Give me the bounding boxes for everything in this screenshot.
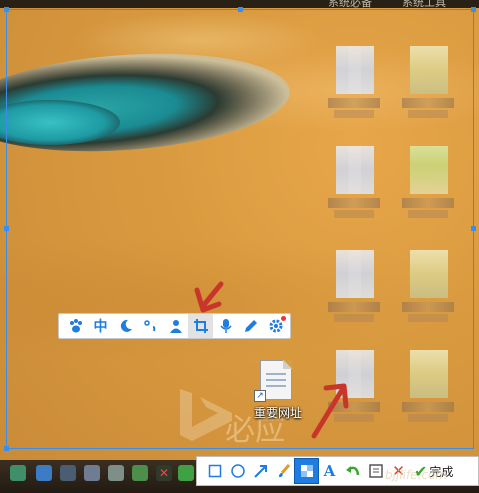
- user-icon[interactable]: [163, 314, 188, 338]
- rectangle-tool-icon[interactable]: [203, 459, 226, 483]
- selection-handle-left[interactable]: [4, 226, 9, 231]
- selection-handle-bottom-left[interactable]: [4, 446, 9, 451]
- tray-app-icon[interactable]: [60, 465, 76, 481]
- desktop-icon-blurred[interactable]: [322, 250, 386, 326]
- tray-muted-icon[interactable]: ✕: [156, 465, 172, 481]
- ime-toolbar: 中: [58, 313, 291, 339]
- tray-app-icon[interactable]: [108, 465, 124, 481]
- desktop-icon-blurred[interactable]: [396, 46, 460, 122]
- desktop-icon-blurred[interactable]: [396, 146, 460, 222]
- crop-screenshot-icon[interactable]: [188, 314, 213, 338]
- red-arrow-annotation-icon: [311, 383, 349, 439]
- file-label: 重要网址: [253, 406, 302, 420]
- microphone-icon[interactable]: [213, 314, 238, 338]
- mosaic-tool-icon[interactable]: [294, 458, 319, 484]
- tray-app-icon[interactable]: [132, 465, 148, 481]
- selection-handle-top-left[interactable]: [4, 7, 9, 12]
- red-arrow-annotation-icon: [194, 281, 224, 313]
- shortcut-file-icon[interactable]: ↗ 重要网址: [248, 360, 308, 424]
- paw-icon[interactable]: [63, 314, 88, 338]
- brush-tool-icon[interactable]: [272, 459, 295, 483]
- desktop-icon-blurred[interactable]: [396, 250, 460, 326]
- save-icon[interactable]: [364, 459, 387, 483]
- watermark-url: bjjlife.com: [385, 468, 448, 482]
- notification-dot: [281, 316, 286, 321]
- text-tool-icon[interactable]: A: [318, 459, 341, 483]
- selection-handle-top[interactable]: [238, 7, 243, 12]
- pen-icon[interactable]: [238, 314, 263, 338]
- tray-app-icon[interactable]: [36, 465, 52, 481]
- arrow-tool-icon[interactable]: [249, 459, 272, 483]
- desktop-icon-blurred[interactable]: [322, 46, 386, 122]
- undo-icon[interactable]: [341, 459, 364, 483]
- ellipse-tool-icon[interactable]: [226, 459, 249, 483]
- chinese-mode-button[interactable]: 中: [88, 314, 113, 338]
- desktop-icon-blurred[interactable]: [396, 350, 460, 426]
- desktop-icon-blurred[interactable]: [322, 146, 386, 222]
- half-width-moon-icon[interactable]: [113, 314, 138, 338]
- tray-app-icon[interactable]: [10, 465, 26, 481]
- tray-app-icon[interactable]: [84, 465, 100, 481]
- shortcut-arrow-icon: ↗: [254, 390, 266, 402]
- tray-shield-icon[interactable]: [178, 465, 194, 481]
- selection-handle-top-right[interactable]: [471, 7, 476, 12]
- selection-handle-right[interactable]: [471, 226, 476, 231]
- settings-gear-icon[interactable]: [263, 314, 288, 338]
- punctuation-icon[interactable]: [138, 314, 163, 338]
